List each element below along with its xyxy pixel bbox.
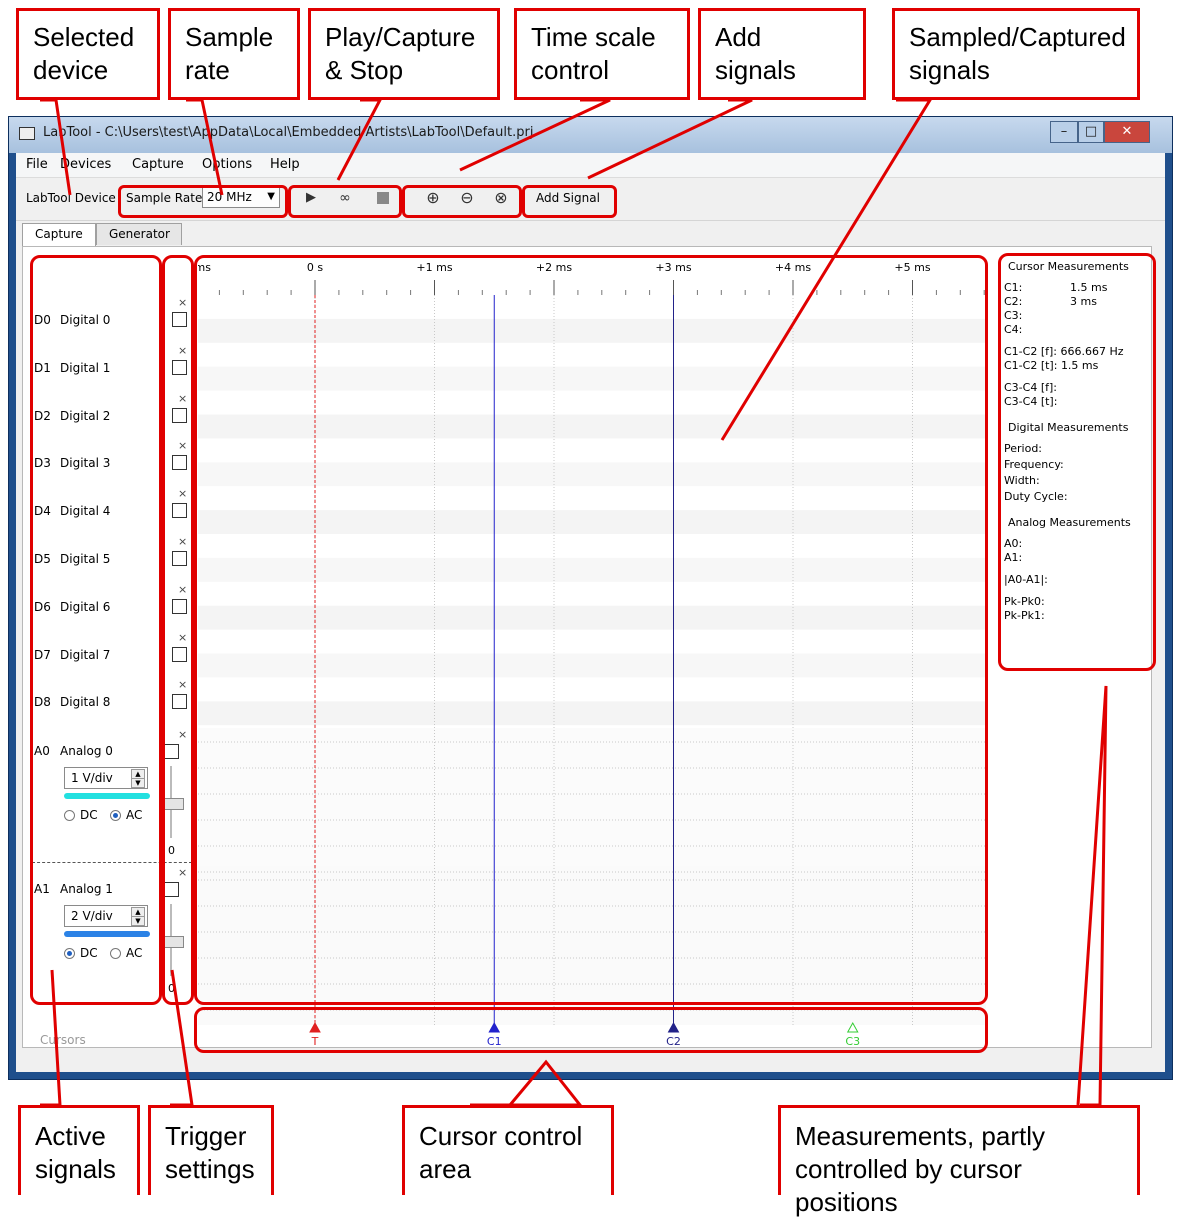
callout-pointers: [40, 98, 1108, 1107]
callout-trigger-settings: Trigger settings: [148, 1105, 274, 1195]
callout-text: Cursor control area: [419, 1121, 583, 1184]
callout-measurements: Measurements, partly controlled by curso…: [778, 1105, 1140, 1217]
callout-active-signals: Active signals: [18, 1105, 140, 1195]
callout-cursor-control: Cursor control area: [402, 1105, 614, 1195]
callout-text: Measurements, partly controlled by curso…: [795, 1121, 1045, 1217]
callout-text: Trigger settings: [165, 1121, 255, 1184]
callout-text: Active signals: [35, 1121, 116, 1184]
